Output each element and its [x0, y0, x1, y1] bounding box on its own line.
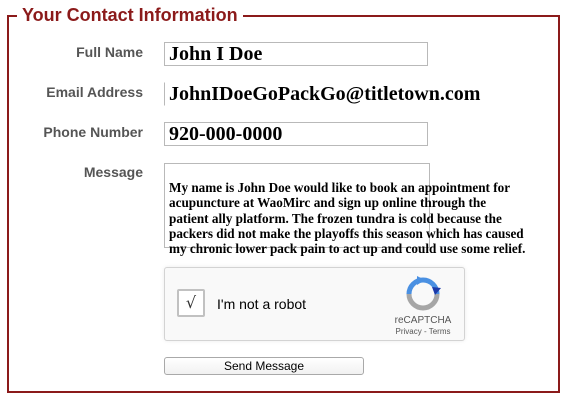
recaptcha-brand: reCAPTCHA	[394, 315, 452, 326]
message-label: Message	[83, 164, 143, 180]
send-message-button[interactable]: Send Message	[164, 357, 364, 375]
message-textarea[interactable]: My name is John Doe would like to book a…	[164, 163, 525, 256]
message-text: My name is John Doe would like to book a…	[169, 180, 526, 257]
phone-label: Phone Number	[43, 124, 143, 140]
recaptcha-checkbox[interactable]: √	[177, 289, 205, 317]
recaptcha-widget: √ I'm not a robot reCAPTCHA Privacy - Te…	[164, 267, 465, 341]
form-legend: Your Contact Information	[17, 4, 243, 26]
recaptcha-label: I'm not a robot	[217, 296, 307, 312]
recaptcha-logo-icon	[406, 276, 441, 311]
recaptcha-privacy-terms-links[interactable]: Privacy - Terms	[387, 327, 459, 336]
checkmark-icon: √	[185, 293, 197, 312]
email-input[interactable]: JohnIDoeGoPackGo@titletown.com	[164, 82, 524, 106]
full-name-input[interactable]: John I Doe	[164, 42, 428, 66]
phone-input[interactable]: 920-000-0000	[164, 122, 428, 146]
full-name-label: Full Name	[76, 44, 143, 60]
email-label: Email Address	[46, 84, 143, 100]
